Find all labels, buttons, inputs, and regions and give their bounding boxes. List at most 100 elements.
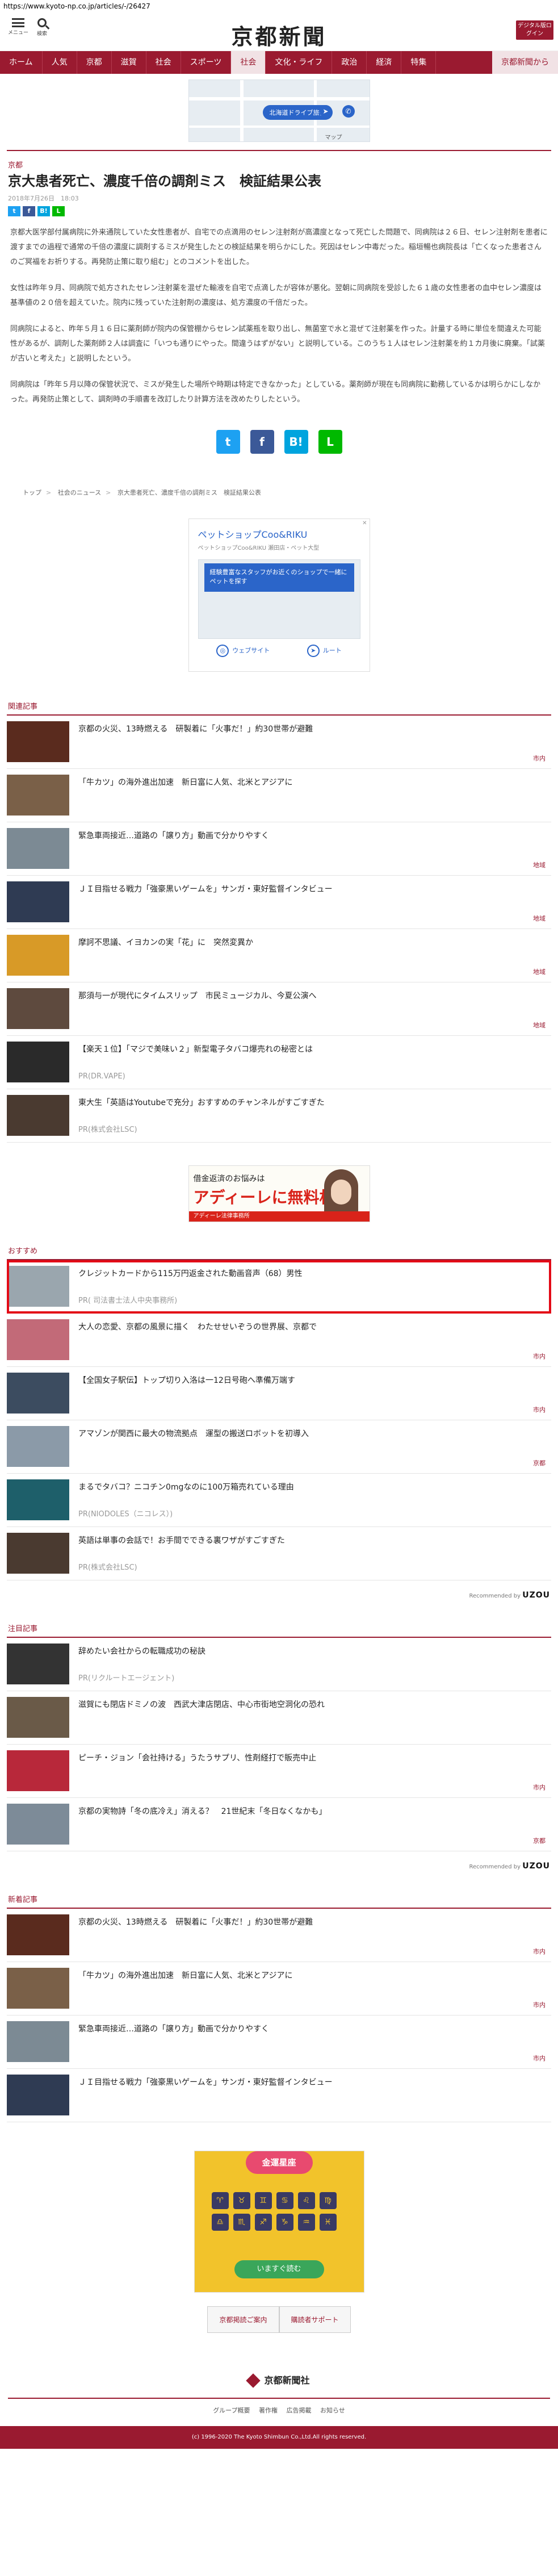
list-item-title[interactable]: 【全国女子駅伝】トップ切り入洛は一12日号砲へ準備万端す xyxy=(78,1375,295,1386)
digital-login-button[interactable]: デジタル版ログイン xyxy=(516,20,553,40)
list-item[interactable]: 【楽天１位】「マジで美味い２」新型電子タバコ爆売れの秘密とは PR(DR.VAPE… xyxy=(7,1036,551,1089)
thumbnail-image[interactable] xyxy=(7,1696,69,1738)
list-item[interactable]: 緊急車両接近…道路の「譲り方」動画で分かりやすく市内 xyxy=(7,2015,551,2069)
nav-item[interactable]: 社会 xyxy=(231,51,266,74)
list-item[interactable]: 京都の火災、13時燃える 研製着に「火事だ！」約30世帯が避難市内 xyxy=(7,1909,551,1962)
list-item[interactable]: 「牛カツ」の海外進出加速 新日富に人気、北米とアジアに市内 xyxy=(7,1962,551,2015)
thumbnail-image[interactable] xyxy=(7,1041,69,1082)
list-item-title[interactable]: 緊急車両接近…道路の「譲り方」動画で分かりやすく xyxy=(78,830,269,842)
category-tag[interactable]: 市内 xyxy=(533,1947,546,1956)
thumbnail-image[interactable] xyxy=(7,721,69,762)
thumbnail-image[interactable] xyxy=(7,1372,69,1414)
ad-pet-shop[interactable]: ✕ ペットショップCoo&RIKU ペットショップCoo&RIKU 瀬田店・ペッ… xyxy=(188,518,370,672)
list-item[interactable]: 那須与一が現代にタイムスリップ 市民ミュージカル、今夏公演へ 地域 xyxy=(7,982,551,1036)
list-item-title[interactable]: 京都の実物詩「冬の底冷え」消える？ 21世紀末「冬日なくなかも」 xyxy=(78,1806,326,1817)
list-item[interactable]: まるでタバコ？ニコチン0mgなのに100万箱売れている理由 PR(NIODOLES… xyxy=(7,1474,551,1527)
list-item-title[interactable]: 「牛カツ」の海外進出加速 新日富に人気、北米とアジアに xyxy=(78,777,292,788)
footer-link-group[interactable]: グループ概要 xyxy=(213,2407,250,2414)
list-item[interactable]: アマゾンが関西に最大の物流拠点 運型の搬送ロボットを初導入京都 xyxy=(7,1420,551,1474)
category-tag[interactable]: 地域 xyxy=(533,860,546,869)
thumbnail-image[interactable] xyxy=(7,1914,69,1955)
thumbnail-image[interactable] xyxy=(7,827,69,869)
category-tag[interactable]: 地域 xyxy=(533,1021,546,1030)
site-logo[interactable]: 京都新聞 xyxy=(0,19,558,51)
list-item[interactable]: ＪＩ目指せる戦力「強豪黒いゲームを」サンガ・東好監督インタビュー xyxy=(7,2069,551,2122)
category-tag[interactable]: 京都 xyxy=(533,1458,546,1467)
list-item[interactable]: 滋賀にも閉店ドミノの波 西武大津店閉店、中心市街地空洞化の恐れ xyxy=(7,1691,551,1745)
thumbnail-image[interactable] xyxy=(7,2074,69,2115)
ad-zodiac-cta[interactable]: いますぐ読む xyxy=(234,2260,324,2278)
thumbnail-image[interactable] xyxy=(7,881,69,922)
hatena-icon[interactable]: B! xyxy=(37,206,50,216)
thumbnail-image[interactable] xyxy=(7,1750,69,1791)
list-item-title[interactable]: 【楽天１位】「マジで美味い２」新型電子タバコ爆売れの秘密とは xyxy=(78,1044,313,1055)
thumbnail-image[interactable] xyxy=(7,1967,69,2009)
powered-by[interactable]: Recommended by UZOU xyxy=(8,1591,550,1600)
facebook-icon[interactable]: f xyxy=(23,206,35,216)
list-item[interactable]: 摩訶不思議、イヨカンの実「花」に 突然変異か 地域 xyxy=(7,929,551,982)
powered-by[interactable]: Recommended by UZOU xyxy=(8,1862,550,1871)
website-button[interactable]: ◎ ウェブサイト xyxy=(216,644,270,657)
thumbnail-image[interactable] xyxy=(7,2021,69,2062)
nav-item[interactable]: 政治 xyxy=(332,51,367,74)
nav-item[interactable]: ホーム xyxy=(0,51,43,74)
category-tag[interactable]: 市内 xyxy=(533,2054,546,2063)
thumbnail-image[interactable] xyxy=(7,1265,69,1307)
list-item[interactable]: 緊急車両接近…道路の「譲り方」動画で分かりやすく地域 xyxy=(7,822,551,876)
thumbnail-image[interactable] xyxy=(7,1479,69,1520)
article-category[interactable]: 京都 xyxy=(8,159,550,170)
nav-item[interactable]: 経済 xyxy=(367,51,402,74)
nav-item[interactable]: 京都 xyxy=(77,51,112,74)
list-item[interactable]: ＪＩ目指せる戦力「強豪黒いゲームを」サンガ・東好監督インタビュー 地域 xyxy=(7,876,551,929)
list-item-title[interactable]: 京都の火災、13時燃える 研製着に「火事だ！」約30世帯が避難 xyxy=(78,724,313,735)
list-item-title[interactable]: 東大生「英語はYoutubeで充分」おすすめのチャンネルがすごすぎた xyxy=(78,1097,325,1109)
list-item-title[interactable]: アマゾンが関西に最大の物流拠点 運型の搬送ロボットを初導入 xyxy=(78,1428,309,1440)
nav-item[interactable]: 文化・ライフ xyxy=(266,51,333,74)
category-tag[interactable]: 市内 xyxy=(533,1783,546,1792)
subscribe-guide-button[interactable]: 京都掲読ご案内 xyxy=(207,2306,279,2333)
twitter-icon[interactable]: t xyxy=(216,429,240,454)
thumbnail-image[interactable] xyxy=(7,1532,69,1574)
list-item-title[interactable]: 大人の恋愛、京都の風景に描く わたせせいぞうの世界展、京都で xyxy=(78,1322,317,1333)
ad-zodiac[interactable]: 金運星座 ♈ ♉ ♊ ♋ ♌ ♍ ♎ ♏ ♐ ♑ ♒ ♓ いますぐ読む xyxy=(194,2150,364,2293)
call-icon[interactable]: ✆ xyxy=(342,105,355,118)
list-item[interactable]: 京都の火災、13時燃える 研製着に「火事だ！」約30世帯が避難 市内 xyxy=(7,716,551,769)
thumbnail-image[interactable] xyxy=(7,988,69,1029)
list-item[interactable]: 英語は単事の会話で！お手間でできる裏ワザがすごすぎた PR(株式会社LSC) xyxy=(7,1527,551,1580)
facebook-icon[interactable]: f xyxy=(250,429,274,454)
footer-link-news[interactable]: お知らせ xyxy=(320,2407,345,2414)
breadcrumb-category[interactable]: 社会のニュース xyxy=(58,489,101,496)
list-item-title[interactable]: 京都の火災、13時燃える 研製着に「火事だ！」約30世帯が避難 xyxy=(78,1917,313,1928)
category-tag[interactable]: 地域 xyxy=(533,914,546,923)
list-item[interactable]: 「牛カツ」の海外進出加速 新日富に人気、北米とアジアに xyxy=(7,769,551,822)
list-item-title[interactable]: ピーチ・ジョン「会社持ける」うたうサプリ、性剤経打で販売中止 xyxy=(78,1753,316,1764)
thumbnail-image[interactable] xyxy=(7,1643,69,1684)
line-icon[interactable]: L xyxy=(318,429,342,454)
category-tag[interactable]: 京都 xyxy=(533,1836,546,1845)
breadcrumb-home[interactable]: トップ xyxy=(23,489,41,496)
category-tag[interactable]: 市内 xyxy=(533,1405,546,1414)
thumbnail-image[interactable] xyxy=(7,1425,69,1467)
thumbnail-image[interactable] xyxy=(7,1319,69,1360)
list-item[interactable]: クレジットカードから115万円返金された動画音声（68）男性 PR( 司法書士法人… xyxy=(7,1260,551,1314)
list-item-title[interactable]: まるでタバコ？ニコチン0mgなのに100万箱売れている理由 xyxy=(78,1482,294,1493)
close-icon[interactable]: ✕ xyxy=(362,520,367,526)
thumbnail-image[interactable] xyxy=(7,1094,69,1136)
list-item[interactable]: ピーチ・ジョン「会社持ける」うたうサプリ、性剤経打で販売中止市内 xyxy=(7,1745,551,1798)
list-item-title[interactable]: クレジットカードから115万円返金された動画音声（68）男性 xyxy=(78,1268,303,1279)
footer-logo[interactable]: 京都新聞社 xyxy=(0,2373,558,2388)
list-item-title[interactable]: 滋賀にも閉店ドミノの波 西武大津店閉店、中心市街地空洞化の恐れ xyxy=(78,1699,325,1711)
list-item-title[interactable]: 英語は単事の会話で！お手間でできる裏ワザがすごすぎた xyxy=(78,1535,285,1546)
list-item-title[interactable]: 摩訶不思議、イヨカンの実「花」に 突然変異か xyxy=(78,937,253,948)
thumbnail-image[interactable] xyxy=(7,774,69,816)
footer-link-copyright[interactable]: 著作権 xyxy=(259,2407,278,2414)
url-bar[interactable]: https://www.kyoto-np.co.jp/articles/-/26… xyxy=(0,0,558,12)
category-tag[interactable]: 市内 xyxy=(533,1352,546,1361)
category-tag[interactable]: 市内 xyxy=(533,2000,546,2009)
ad-banner-map[interactable]: 北海道ドライブ旅行 ➤ ✆ マップ xyxy=(188,80,370,142)
list-item-title[interactable]: 「牛カツ」の海外進出加速 新日富に人気、北米とアジアに xyxy=(78,1970,292,1981)
nav-item[interactable]: 滋賀 xyxy=(112,51,146,74)
list-item[interactable]: 東大生「英語はYoutubeで充分」おすすめのチャンネルがすごすぎた PR(株式会… xyxy=(7,1089,551,1143)
list-item-title[interactable]: 緊急車両接近…道路の「譲り方」動画で分かりやすく xyxy=(78,2023,269,2035)
ad-title[interactable]: ペットショップCoo&RIKU xyxy=(198,527,360,541)
